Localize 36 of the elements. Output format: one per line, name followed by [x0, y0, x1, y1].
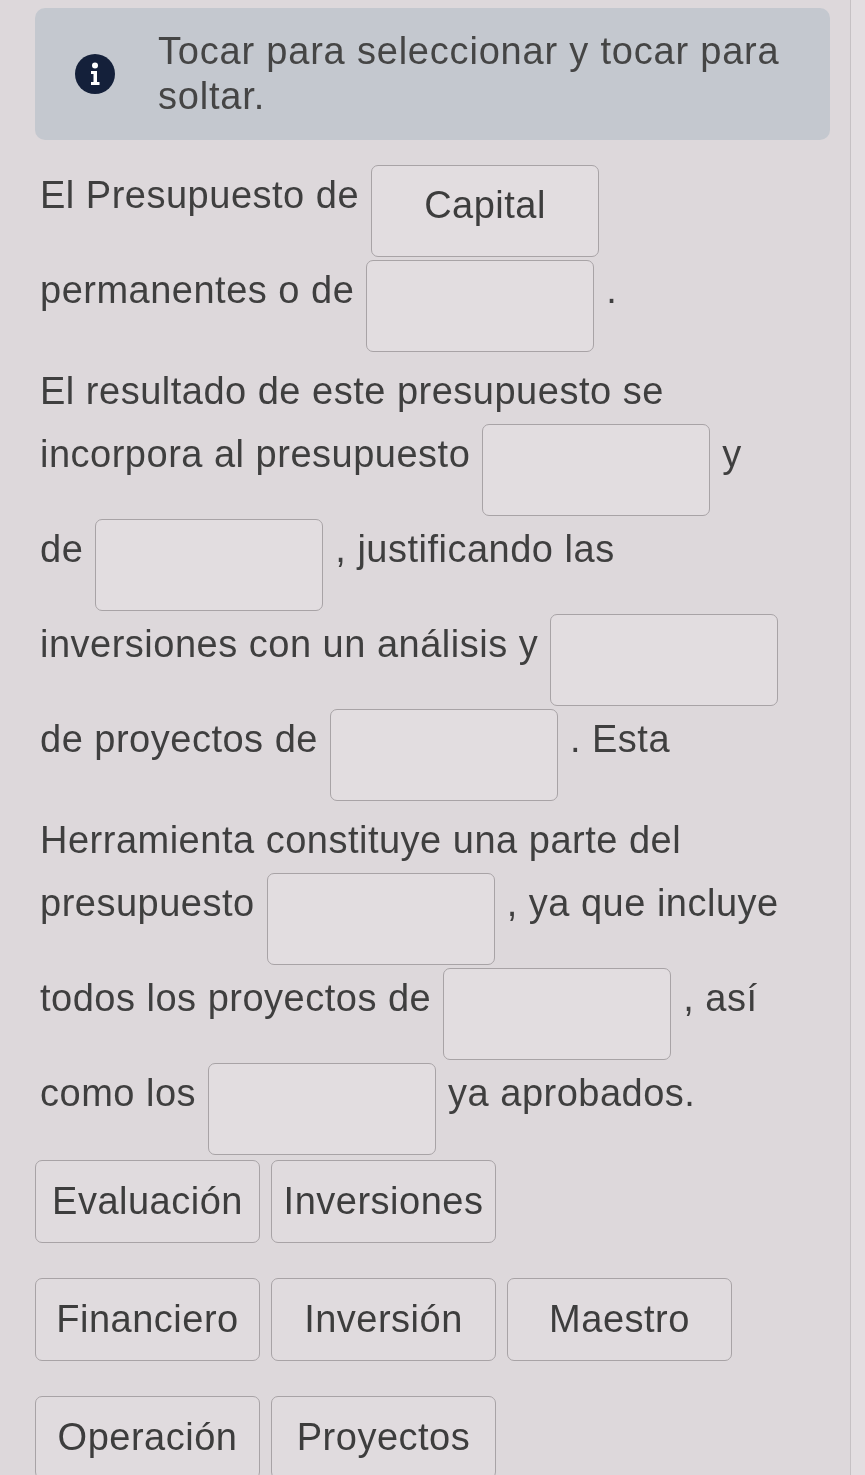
word-chip[interactable]: Financiero — [35, 1278, 260, 1361]
answer-box[interactable] — [266, 873, 495, 965]
word-chip[interactable]: Proyectos — [271, 1396, 496, 1475]
passage-text: Herramienta constituye una parte del — [40, 820, 682, 860]
passage-text: de — [40, 529, 84, 569]
passage-text: , justificando las — [335, 529, 615, 569]
passage-text: El resultado de este presupuesto se — [40, 371, 664, 411]
passage-text: de proyectos de — [40, 719, 318, 759]
passage-text: presupuesto — [40, 883, 255, 923]
passage-text: . Esta — [569, 719, 671, 759]
passage-text: , ya que incluye — [506, 883, 779, 923]
word-chip[interactable]: Evaluación — [35, 1160, 260, 1243]
answer-box[interactable] — [329, 709, 558, 801]
word-chip[interactable]: Operación — [35, 1396, 260, 1475]
passage-text: El Presupuesto de — [40, 175, 360, 215]
passage-text: permanentes o de — [40, 270, 355, 310]
answer-box[interactable] — [550, 614, 779, 706]
passage-text: como los — [40, 1073, 197, 1113]
answer-box[interactable] — [208, 1063, 437, 1155]
passage-text: incorpora al presupuesto — [40, 434, 471, 474]
passage-text: y — [722, 434, 742, 474]
word-chip[interactable]: Maestro — [507, 1278, 732, 1361]
passage-text: inversiones con un análisis y — [40, 624, 539, 664]
instruction-text: Tocar para seleccionar y tocar para soltar. — [158, 29, 781, 119]
answer-box[interactable] — [443, 968, 672, 1060]
passage-text: todos los proyectos de — [40, 978, 432, 1018]
answer-box[interactable] — [482, 424, 711, 516]
passage-text: ya aprobados. — [448, 1073, 696, 1113]
passage-text: . — [606, 270, 618, 310]
answer-box[interactable] — [95, 519, 324, 611]
info-icon — [75, 54, 115, 94]
passage-text: , así — [683, 978, 758, 1018]
word-chip[interactable]: Inversiones — [271, 1160, 496, 1243]
word-chip[interactable]: Inversión — [271, 1278, 496, 1361]
answer-box[interactable] — [366, 260, 595, 352]
answer-box[interactable]: Capital — [371, 165, 600, 257]
